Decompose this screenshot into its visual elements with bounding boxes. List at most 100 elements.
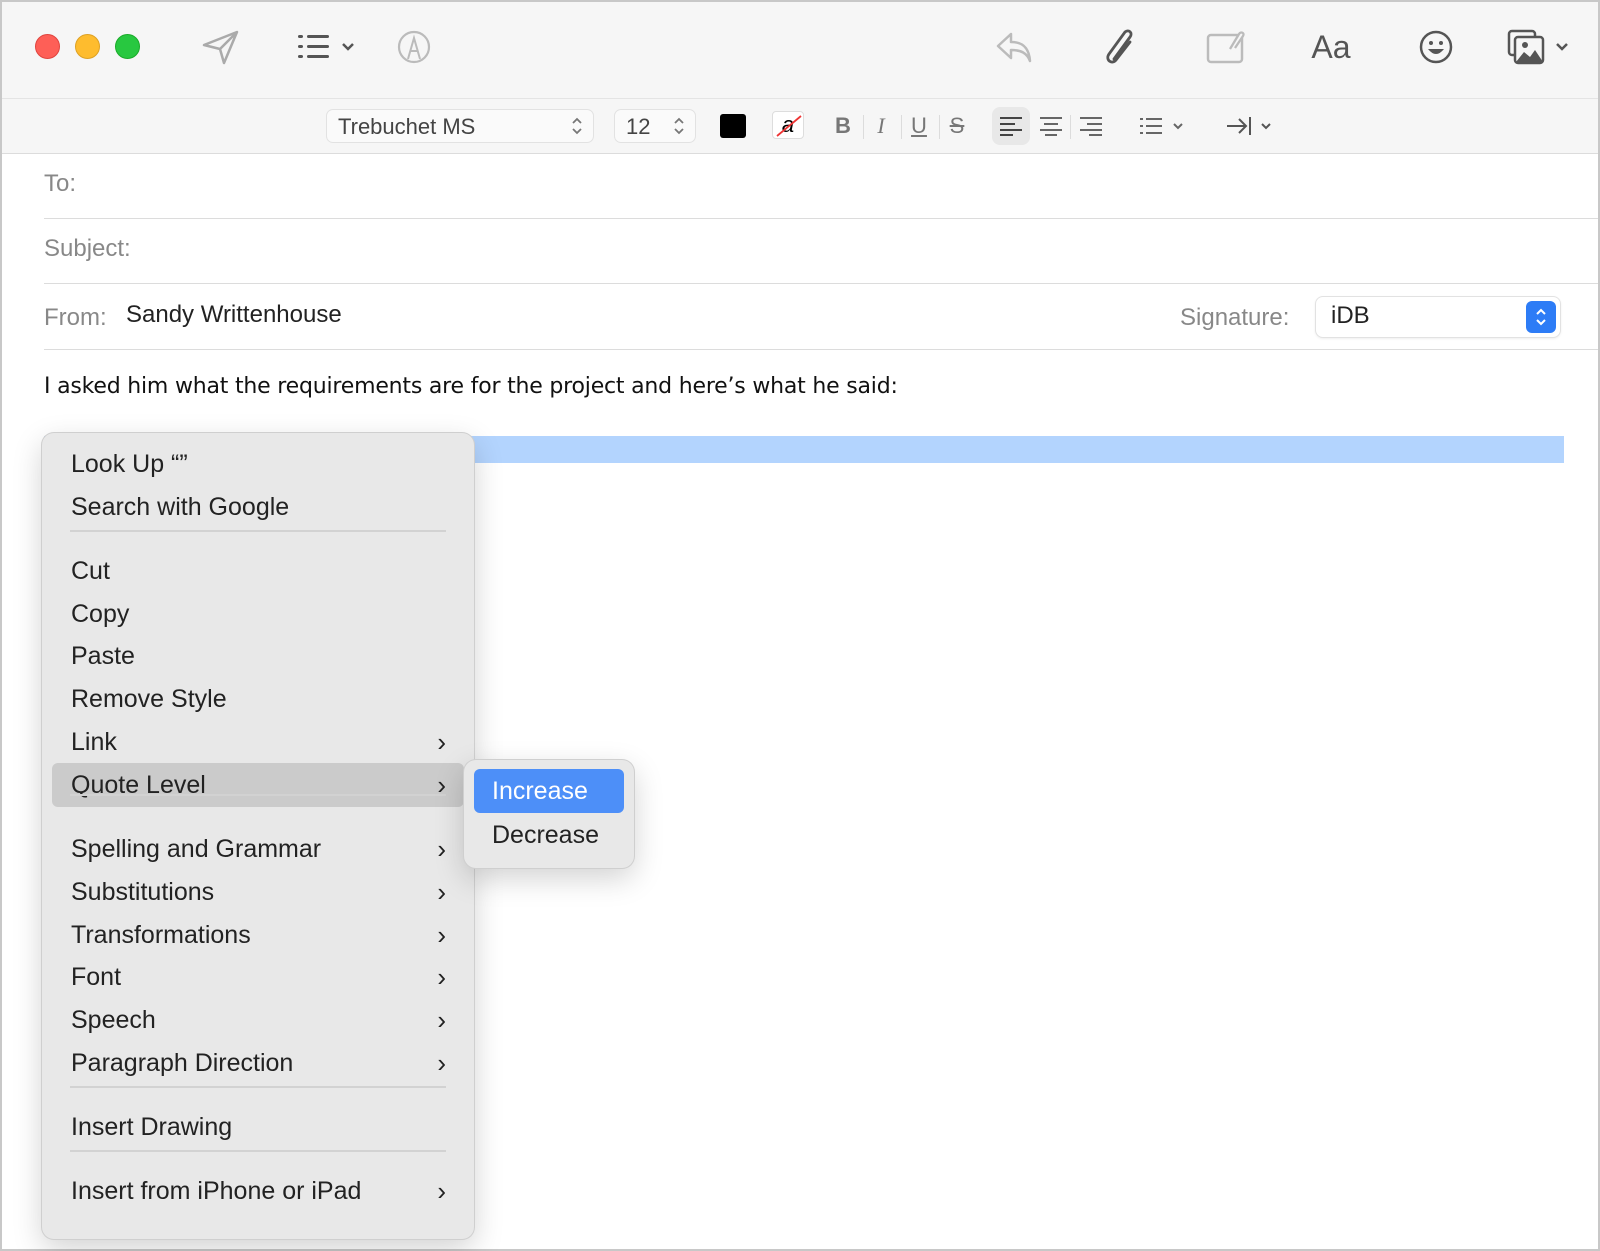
menu-separator bbox=[70, 1150, 446, 1152]
from-label: From: bbox=[44, 304, 107, 331]
menu-item-font[interactable]: Font › bbox=[52, 955, 464, 999]
chevron-right-icon: › bbox=[437, 920, 446, 950]
menu-item-paragraph-direction[interactable]: Paragraph Direction › bbox=[52, 1041, 464, 1085]
menu-item-label: Paste bbox=[71, 642, 135, 670]
to-input[interactable] bbox=[104, 162, 1598, 207]
menu-separator bbox=[70, 530, 446, 532]
menu-item-search-with-google[interactable]: Search with Google bbox=[52, 485, 464, 529]
menu-item-insert-from-iphone-or-ipad[interactable]: Insert from iPhone or iPad › bbox=[52, 1169, 464, 1213]
indent-button[interactable] bbox=[1226, 107, 1274, 145]
chevron-right-icon: › bbox=[437, 727, 446, 757]
menu-item-cut[interactable]: Cut bbox=[52, 549, 464, 593]
header-fields-button[interactable] bbox=[294, 24, 364, 70]
align-center-icon bbox=[1040, 117, 1062, 136]
underline-button[interactable]: U bbox=[904, 107, 934, 145]
underline-glyph: U bbox=[911, 113, 927, 138]
align-right-button[interactable] bbox=[1072, 107, 1110, 145]
title-bar: Aa bbox=[2, 2, 1598, 98]
menu-item-label: Look Up “” bbox=[71, 450, 188, 478]
emoji-button[interactable] bbox=[1416, 24, 1456, 70]
menu-item-label: Spelling and Grammar bbox=[71, 835, 322, 863]
chevron-right-icon: › bbox=[437, 1176, 446, 1206]
font-size-value: 12 bbox=[626, 114, 651, 139]
menu-item-label: Speech bbox=[71, 1006, 156, 1034]
photo-browser-icon bbox=[1507, 29, 1568, 65]
mail-compose-window: Aa Trebuchet MS 12 a B I U S To: Subject… bbox=[0, 0, 1600, 1251]
menu-item-look-up[interactable]: Look Up “” bbox=[52, 442, 464, 486]
attach-button[interactable] bbox=[1100, 24, 1140, 70]
subject-input[interactable] bbox=[148, 227, 1598, 272]
menu-item-substitutions[interactable]: Substitutions › bbox=[52, 870, 464, 914]
format-bar: Trebuchet MS 12 a B I U S bbox=[2, 98, 1598, 154]
text-color-button[interactable] bbox=[720, 114, 746, 138]
menu-item-label: Insert from iPhone or iPad bbox=[71, 1177, 362, 1205]
menu-item-label: Font bbox=[71, 963, 122, 991]
markup-button[interactable] bbox=[394, 24, 434, 70]
signature-stepper bbox=[1526, 301, 1556, 333]
align-right-icon bbox=[1080, 117, 1102, 136]
font-size-select[interactable]: 12 bbox=[614, 109, 696, 143]
menu-item-quote-level[interactable]: Quote Level › bbox=[52, 763, 464, 807]
close-button[interactable] bbox=[35, 34, 60, 59]
message-body-text[interactable]: I asked him what the requirements are fo… bbox=[44, 374, 898, 399]
divider bbox=[939, 115, 940, 139]
submenu-item-increase[interactable]: Increase bbox=[474, 769, 624, 813]
divider bbox=[901, 115, 902, 139]
submenu-item-decrease[interactable]: Decrease bbox=[474, 813, 624, 857]
menu-separator bbox=[70, 794, 446, 796]
divider bbox=[1070, 115, 1071, 139]
context-menu: Look Up “” Search with Google Cut Copy Paste… bbox=[42, 433, 474, 1239]
menu-item-speech[interactable]: Speech › bbox=[52, 998, 464, 1042]
menu-item-remove-style[interactable]: Remove Style bbox=[52, 677, 464, 721]
signature-label: Signature: bbox=[1180, 304, 1290, 331]
italic-button[interactable]: I bbox=[866, 107, 896, 145]
from-value[interactable]: Sandy Writtenhouse bbox=[126, 301, 342, 329]
from-field-row: From: Sandy Writtenhouse Signature: iDB bbox=[44, 284, 1598, 350]
menu-item-link[interactable]: Link › bbox=[52, 720, 464, 764]
list-style-button[interactable] bbox=[1138, 107, 1188, 145]
annotate-attachment-button[interactable] bbox=[1204, 24, 1248, 70]
zoom-button[interactable] bbox=[115, 34, 140, 59]
menu-item-copy[interactable]: Copy bbox=[52, 592, 464, 636]
smiley-icon bbox=[1419, 30, 1453, 64]
bold-glyph: B bbox=[835, 113, 851, 138]
format-icon: Aa bbox=[1311, 28, 1351, 65]
italic-glyph: I bbox=[877, 113, 885, 138]
menu-item-label: Paragraph Direction bbox=[71, 1049, 294, 1077]
indent-icon bbox=[1227, 117, 1271, 135]
signature-select[interactable]: iDB bbox=[1316, 297, 1560, 337]
up-down-chevron-icon bbox=[674, 117, 684, 135]
menu-item-insert-drawing[interactable]: Insert Drawing bbox=[52, 1105, 464, 1149]
menu-item-label: Substitutions bbox=[71, 878, 215, 906]
menu-item-transformations[interactable]: Transformations › bbox=[52, 913, 464, 957]
paper-plane-icon bbox=[202, 30, 239, 65]
chevron-right-icon: › bbox=[437, 1005, 446, 1035]
font-family-select[interactable]: Trebuchet MS bbox=[326, 109, 594, 143]
chevron-right-icon: › bbox=[437, 1048, 446, 1078]
reply-button[interactable] bbox=[992, 24, 1038, 70]
divider bbox=[863, 115, 864, 139]
quote-level-submenu: Increase Decrease bbox=[464, 760, 634, 868]
menu-item-label: Transformations bbox=[71, 921, 251, 949]
background-color-button[interactable]: a bbox=[772, 111, 804, 139]
strikethrough-button[interactable]: S bbox=[942, 107, 972, 145]
attachment-annotate-icon bbox=[1206, 31, 1245, 64]
no-color-slash-icon bbox=[776, 115, 802, 137]
chevron-right-icon: › bbox=[437, 877, 446, 907]
menu-item-label: Link bbox=[71, 728, 117, 756]
photo-browser-button[interactable] bbox=[1506, 24, 1580, 70]
bold-button[interactable]: B bbox=[828, 107, 858, 145]
align-left-button[interactable] bbox=[992, 107, 1030, 145]
chevron-right-icon: › bbox=[437, 770, 446, 800]
menu-item-label: Copy bbox=[71, 600, 130, 628]
format-button[interactable]: Aa bbox=[1308, 24, 1354, 70]
menu-item-spelling-and-grammar[interactable]: Spelling and Grammar › bbox=[52, 827, 464, 871]
font-family-value: Trebuchet MS bbox=[338, 114, 476, 139]
subject-label: Subject: bbox=[44, 235, 131, 262]
menu-item-paste[interactable]: Paste bbox=[52, 634, 464, 678]
menu-item-label: Insert Drawing bbox=[71, 1113, 233, 1141]
minimize-button[interactable] bbox=[75, 34, 100, 59]
align-center-button[interactable] bbox=[1032, 107, 1070, 145]
send-button[interactable] bbox=[198, 24, 244, 70]
chevron-right-icon: › bbox=[437, 834, 446, 864]
